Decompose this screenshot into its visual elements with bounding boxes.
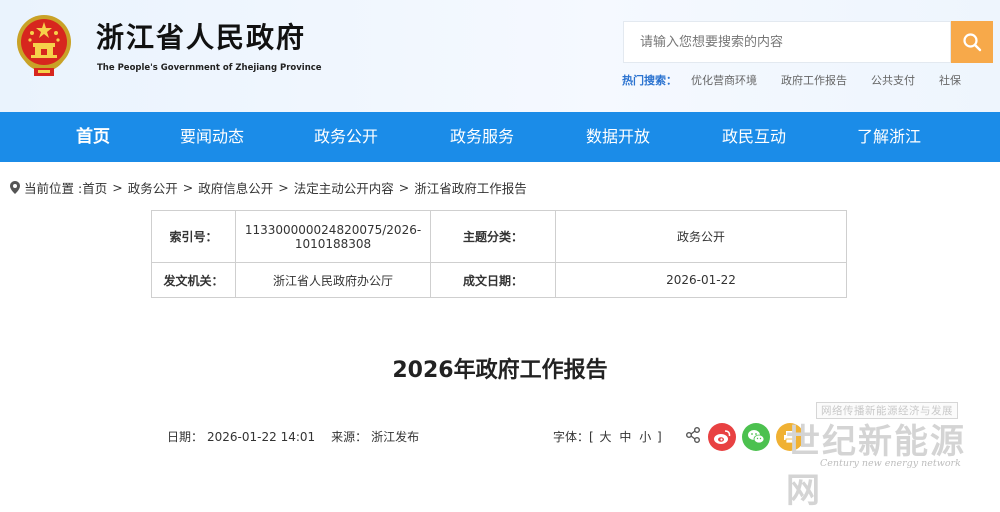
breadcrumb: 当前位置 : 首页 > 政务公开 > 政府信息公开 > 法定主动公开内容 > 浙… xyxy=(10,178,527,197)
search-box xyxy=(623,21,951,63)
search-button[interactable] xyxy=(951,21,993,63)
index-value-line: 1010188308 xyxy=(294,236,372,251)
nav-item-interaction[interactable]: 政民互动 xyxy=(722,112,786,162)
breadcrumb-item[interactable]: 政府信息公开 xyxy=(198,178,273,197)
date-value: 2026-01-22 xyxy=(555,262,847,298)
breadcrumb-item[interactable]: 法定主动公开内容 xyxy=(294,178,394,197)
wechat-share-button[interactable] xyxy=(742,423,770,451)
index-value: 113300000024820075/2026- 1010188308 xyxy=(235,210,431,263)
breadcrumb-separator: > xyxy=(182,180,194,195)
breadcrumb-item[interactable]: 浙江省政府工作报告 xyxy=(414,178,527,197)
publish-date-label: 日期： xyxy=(167,430,204,444)
hot-search-item[interactable]: 公共支付 xyxy=(871,72,915,88)
index-label: 索引号： xyxy=(151,210,236,263)
font-size-large-button[interactable]: 大 xyxy=(600,430,612,444)
print-icon xyxy=(784,431,796,444)
issuer-label: 发文机关： xyxy=(151,262,236,298)
font-size-label: 字体：[ xyxy=(553,430,594,444)
table-row: 发文机关： 浙江省人民政府办公厅 成文日期： 2026-01-22 xyxy=(151,262,847,298)
hot-search-item[interactable]: 优化营商环境 xyxy=(691,72,757,88)
nav-item-home[interactable]: 首页 xyxy=(76,112,110,162)
font-size-medium-button[interactable]: 中 xyxy=(619,430,631,444)
site-title[interactable]: 浙江省人民政府 xyxy=(96,16,306,56)
font-size-bracket: ] xyxy=(657,430,662,444)
location-pin-icon xyxy=(10,181,20,194)
table-row: 索引号： 113300000024820075/2026- 1010188308… xyxy=(151,210,847,263)
weibo-icon xyxy=(714,430,731,444)
topic-value: 政务公开 xyxy=(555,210,847,263)
font-size-control: 字体：[ 大 中 小 ] xyxy=(553,428,662,445)
watermark-logo-text: 世纪新能源网 xyxy=(786,422,966,511)
date-label: 成文日期： xyxy=(430,262,556,298)
breadcrumb-separator: > xyxy=(278,180,289,195)
main-nav: 首页 要闻动态 政务公开 政务服务 数据开放 政民互动 了解浙江 xyxy=(0,112,1000,162)
watermark: 网络传播新能源经济与发展 世纪新能源网 Century new energy n… xyxy=(780,398,1000,511)
hot-search: 热门搜索： 优化营商环境 政府工作报告 公共支付 社保 xyxy=(622,72,985,88)
document-meta-table: 索引号： 113300000024820075/2026- 1010188308… xyxy=(151,210,847,298)
site-subtitle: The People's Government of Zhejiang Prov… xyxy=(97,63,322,73)
topic-label: 主题分类： xyxy=(430,210,556,263)
share-icon[interactable] xyxy=(686,427,700,443)
font-size-small-button[interactable]: 小 xyxy=(639,430,651,444)
nav-item-open-data[interactable]: 数据开放 xyxy=(586,112,650,162)
watermark-english: Century new energy network xyxy=(820,458,961,469)
article-title: 2026年政府工作报告 xyxy=(392,358,608,383)
print-button[interactable] xyxy=(776,423,804,451)
hot-search-item[interactable]: 政府工作报告 xyxy=(781,72,847,88)
national-emblem-icon[interactable] xyxy=(14,12,74,78)
watermark-tagline: 网络传播新能源经济与发展 xyxy=(816,402,958,419)
index-value-line: 113300000024820075/2026- xyxy=(244,222,422,237)
search-icon xyxy=(963,33,982,52)
article-info: 日期： 2026-01-22 14:01 来源： 浙江发布 xyxy=(167,428,423,445)
breadcrumb-separator: > xyxy=(398,180,410,195)
source-value: 浙江发布 xyxy=(371,430,420,444)
issuer-value: 浙江省人民政府办公厅 xyxy=(235,262,431,298)
hot-search-item[interactable]: 社保 xyxy=(939,72,961,88)
breadcrumb-item[interactable]: 首页 xyxy=(82,178,107,197)
nav-item-news[interactable]: 要闻动态 xyxy=(180,112,244,162)
hot-search-label: 热门搜索： xyxy=(622,74,677,87)
site-header: 浙江省人民政府 The People's Government of Zheji… xyxy=(0,0,1000,112)
search-input[interactable] xyxy=(624,22,950,62)
nav-item-about[interactable]: 了解浙江 xyxy=(857,112,921,162)
publish-date-value: 2026-01-22 14:01 xyxy=(207,430,316,444)
nav-item-gov-affairs[interactable]: 政务公开 xyxy=(314,112,378,162)
breadcrumb-separator: > xyxy=(112,180,123,195)
breadcrumb-prefix: 当前位置 : xyxy=(24,181,83,196)
wechat-icon xyxy=(748,430,765,444)
breadcrumb-item[interactable]: 政务公开 xyxy=(128,178,178,197)
nav-item-gov-services[interactable]: 政务服务 xyxy=(450,112,514,162)
weibo-share-button[interactable] xyxy=(708,423,736,451)
source-label: 来源： xyxy=(331,430,368,444)
